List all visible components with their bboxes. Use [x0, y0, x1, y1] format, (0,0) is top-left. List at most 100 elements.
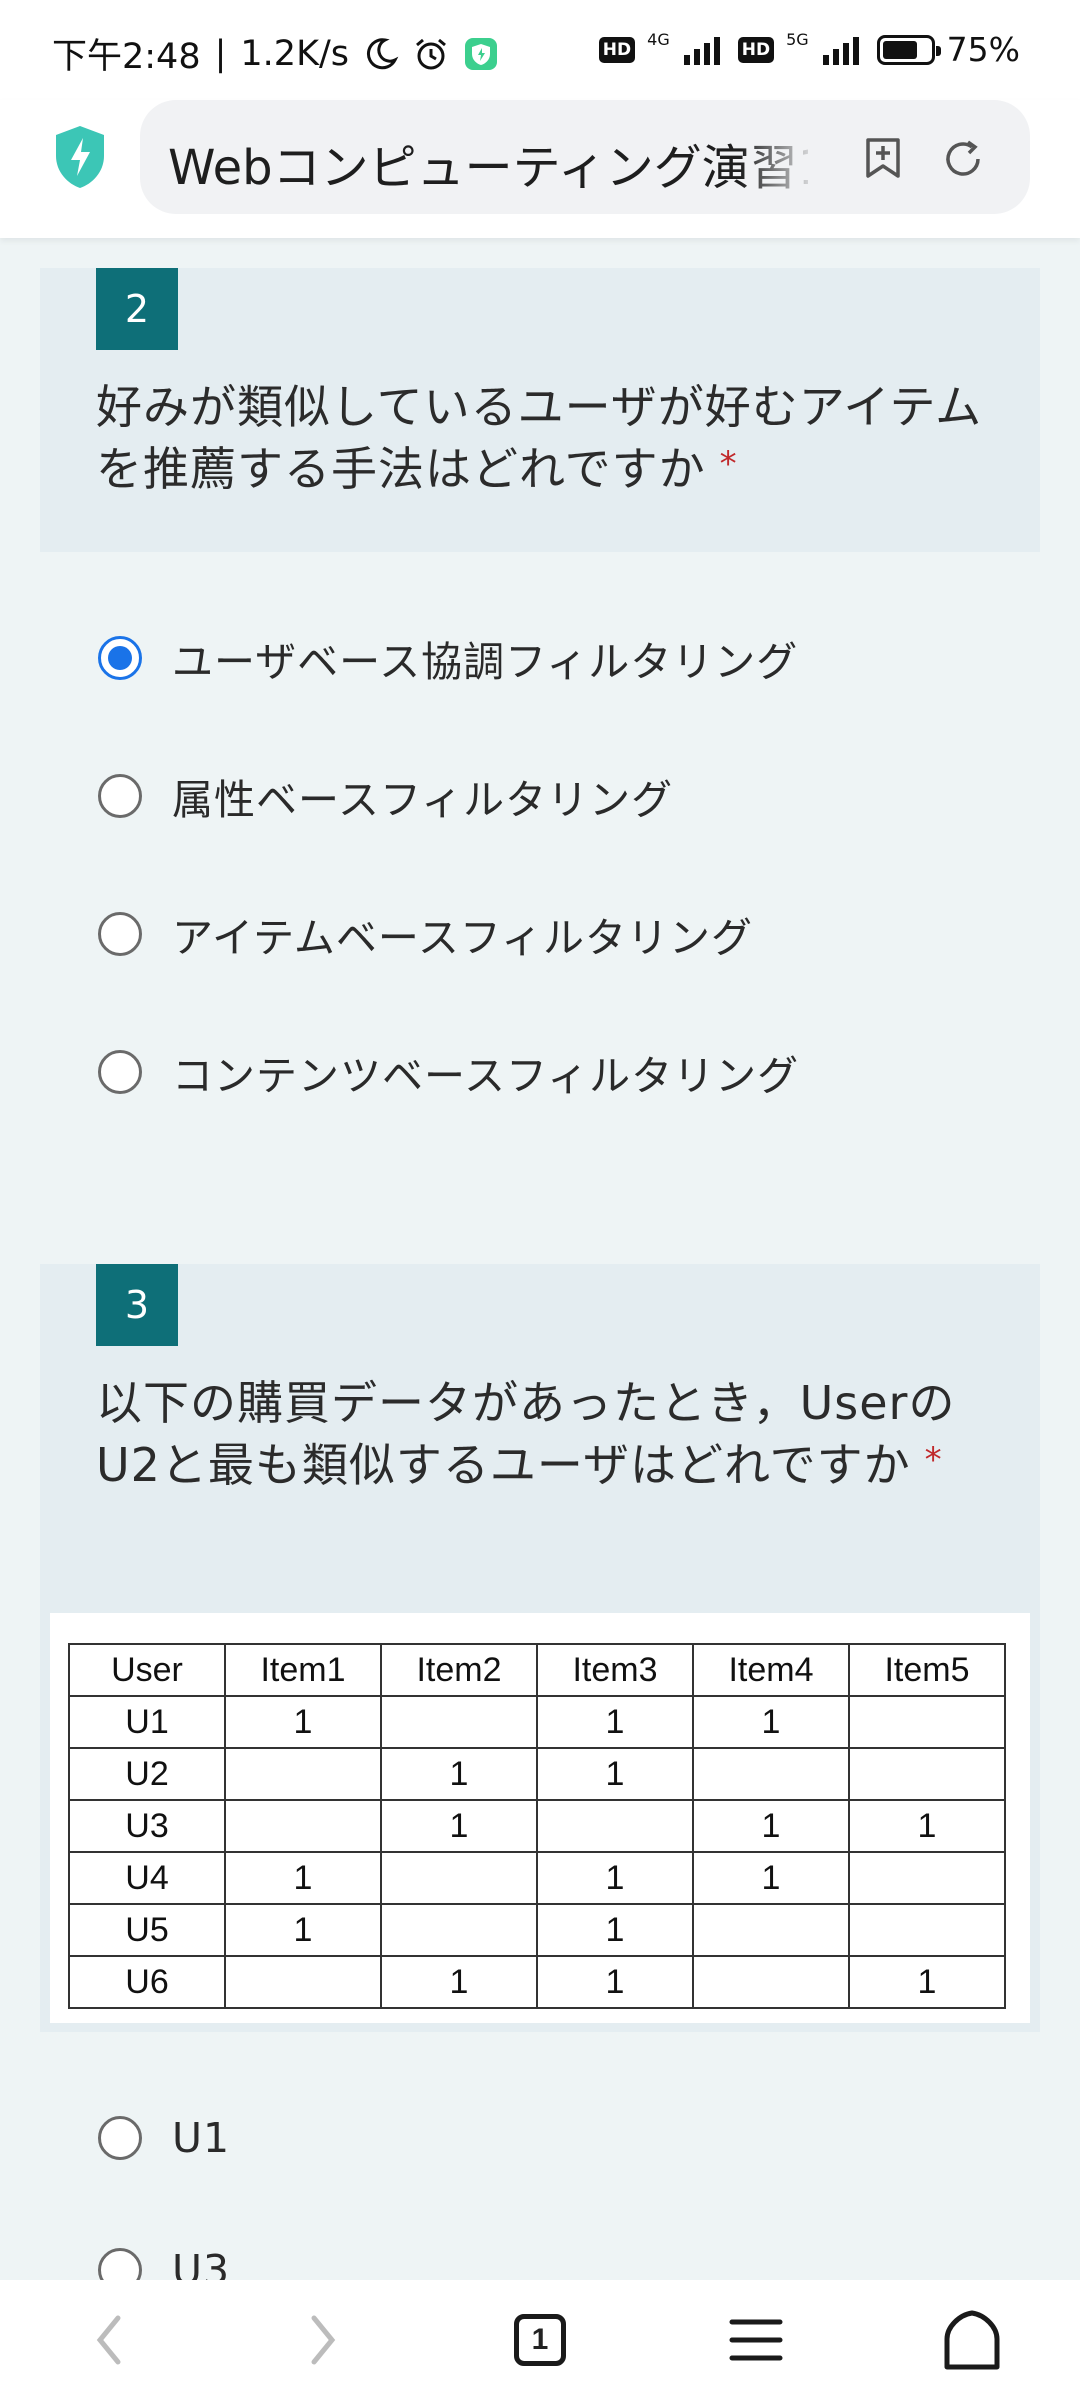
browser-bottom-nav: 1	[0, 2280, 1080, 2400]
table-cell: 1	[380, 1799, 538, 1853]
question-number: 2	[96, 268, 178, 350]
table-cell	[848, 1851, 1006, 1905]
table-row: U5 1 1	[68, 1903, 1006, 1957]
page-title: Webコンピューティング演習12	[168, 140, 808, 196]
network-type-1: 4G	[647, 30, 670, 49]
table-cell: 1	[224, 1851, 382, 1905]
table-cell	[224, 1799, 382, 1853]
column-header: Item5	[848, 1643, 1006, 1697]
table-cell: U3	[68, 1799, 226, 1853]
column-header: Item3	[536, 1643, 694, 1697]
table-row: U4 1 1 1	[68, 1851, 1006, 1905]
column-header: Item1	[224, 1643, 382, 1697]
radio-button[interactable]	[98, 1050, 142, 1094]
table-cell: 1	[536, 1903, 694, 1957]
table-cell: U2	[68, 1747, 226, 1801]
chevron-left-icon	[96, 2315, 121, 2365]
purchase-data-image: User Item1 Item2 Item3 Item4 Item5 U1 1 …	[50, 1613, 1030, 2023]
column-header: User	[68, 1643, 226, 1697]
home-icon	[944, 2310, 1000, 2370]
table-row: U1 1 1 1	[68, 1695, 1006, 1749]
question-title: 好みが類似しているユーザが好むアイテムを推薦する手法はどれですか *	[96, 380, 983, 496]
table-cell	[380, 1903, 538, 1957]
battery-icon	[876, 34, 941, 65]
table-cell: U4	[68, 1851, 226, 1905]
table-cell: 1	[380, 1955, 538, 2009]
radio-button[interactable]	[98, 2116, 142, 2160]
forward-button[interactable]	[284, 2300, 364, 2380]
table-cell: 1	[224, 1695, 382, 1749]
option-attribute-based[interactable]: 属性ベースフィルタリング	[98, 766, 673, 826]
question-2-header: 2 好みが類似しているユーザが好むアイテムを推薦する手法はどれですか *	[40, 268, 1040, 552]
table-cell	[692, 1747, 850, 1801]
hd-badge: HD	[598, 36, 636, 63]
clock: 下午2:48	[52, 37, 201, 77]
back-button[interactable]	[68, 2300, 148, 2380]
option-label: 属性ベースフィルタリング	[172, 776, 674, 824]
table-cell: U1	[68, 1695, 226, 1749]
table-cell: 1	[536, 1747, 694, 1801]
table-cell: 1	[848, 1799, 1006, 1853]
reload-icon[interactable]	[940, 136, 986, 182]
tabs-button[interactable]: 1	[500, 2300, 580, 2380]
table-cell	[692, 1955, 850, 2009]
column-header: Item4	[692, 1643, 850, 1697]
network-speed: 1.2K/s	[240, 33, 350, 74]
option-label: U1	[172, 2114, 231, 2162]
signal-icon-2	[822, 36, 859, 65]
alarm-icon	[416, 38, 447, 69]
status-right: HD 4G HD 5G 75%	[598, 30, 1020, 69]
question-number: 3	[96, 1264, 178, 1346]
table-cell: 1	[380, 1747, 538, 1801]
signal-icon	[683, 36, 720, 65]
radio-button[interactable]	[98, 912, 142, 956]
option-label: アイテムベースフィルタリング	[172, 914, 754, 962]
table-cell: 1	[692, 1799, 850, 1853]
option-content-based[interactable]: コンテンツベースフィルタリング	[98, 1042, 799, 1102]
table-header-row: User Item1 Item2 Item3 Item4 Item5	[68, 1643, 1006, 1697]
table-cell: U6	[68, 1955, 226, 2009]
table-cell	[848, 1903, 1006, 1957]
home-button[interactable]	[932, 2300, 1012, 2380]
table-row: U6 1 1 1	[68, 1955, 1006, 2009]
table-cell	[848, 1747, 1006, 1801]
table-cell: U5	[68, 1903, 226, 1957]
table-row: U2 1 1	[68, 1747, 1006, 1801]
option-u1[interactable]: U1	[98, 2108, 230, 2168]
radio-button[interactable]	[98, 774, 142, 818]
battery-level	[882, 40, 918, 59]
table-cell	[224, 1747, 382, 1801]
moon-icon	[367, 37, 399, 69]
radio-button[interactable]	[98, 636, 142, 680]
option-item-based[interactable]: アイテムベースフィルタリング	[98, 904, 753, 964]
status-left: 下午2:48 | 1.2K/s	[52, 28, 499, 79]
add-bookmark-icon[interactable]	[860, 134, 906, 180]
required-mark: *	[719, 444, 738, 484]
network-type-2: 5G	[786, 30, 809, 49]
address-bar[interactable]: Webコンピューティング演習12	[140, 100, 1030, 214]
table-row: U3 1 1 1	[68, 1799, 1006, 1853]
hd-badge-2: HD	[737, 36, 775, 63]
battery-percent: 75%	[946, 30, 1020, 69]
vpn-shield-icon	[465, 37, 498, 70]
option-label: ユーザベース協調フィルタリング	[172, 638, 799, 686]
table-cell: 1	[848, 1955, 1006, 2009]
column-header: Item2	[380, 1643, 538, 1697]
table-cell	[692, 1903, 850, 1957]
option-user-based-cf[interactable]: ユーザベース協調フィルタリング	[98, 628, 798, 688]
tab-count: 1	[514, 2314, 566, 2366]
table-cell: 1	[692, 1695, 850, 1749]
browser-toolbar: Webコンピューティング演習12	[0, 100, 1080, 238]
table-cell: 1	[692, 1851, 850, 1905]
table-cell: 1	[536, 1695, 694, 1749]
security-shield-icon[interactable]	[52, 124, 108, 190]
option-label: コンテンツベースフィルタリング	[172, 1052, 800, 1100]
required-mark: *	[924, 1440, 943, 1480]
table-cell	[848, 1695, 1006, 1749]
question-title: 以下の購買データがあったとき，UserのU2と最も類似するユーザはどれですか *	[96, 1376, 956, 1492]
status-bar: 下午2:48 | 1.2K/s HD 4G HD 5G 75%	[0, 0, 1080, 100]
table-cell	[380, 1851, 538, 1905]
table-cell: 1	[536, 1851, 694, 1905]
menu-button[interactable]	[716, 2300, 796, 2380]
table-cell	[224, 1955, 382, 2009]
